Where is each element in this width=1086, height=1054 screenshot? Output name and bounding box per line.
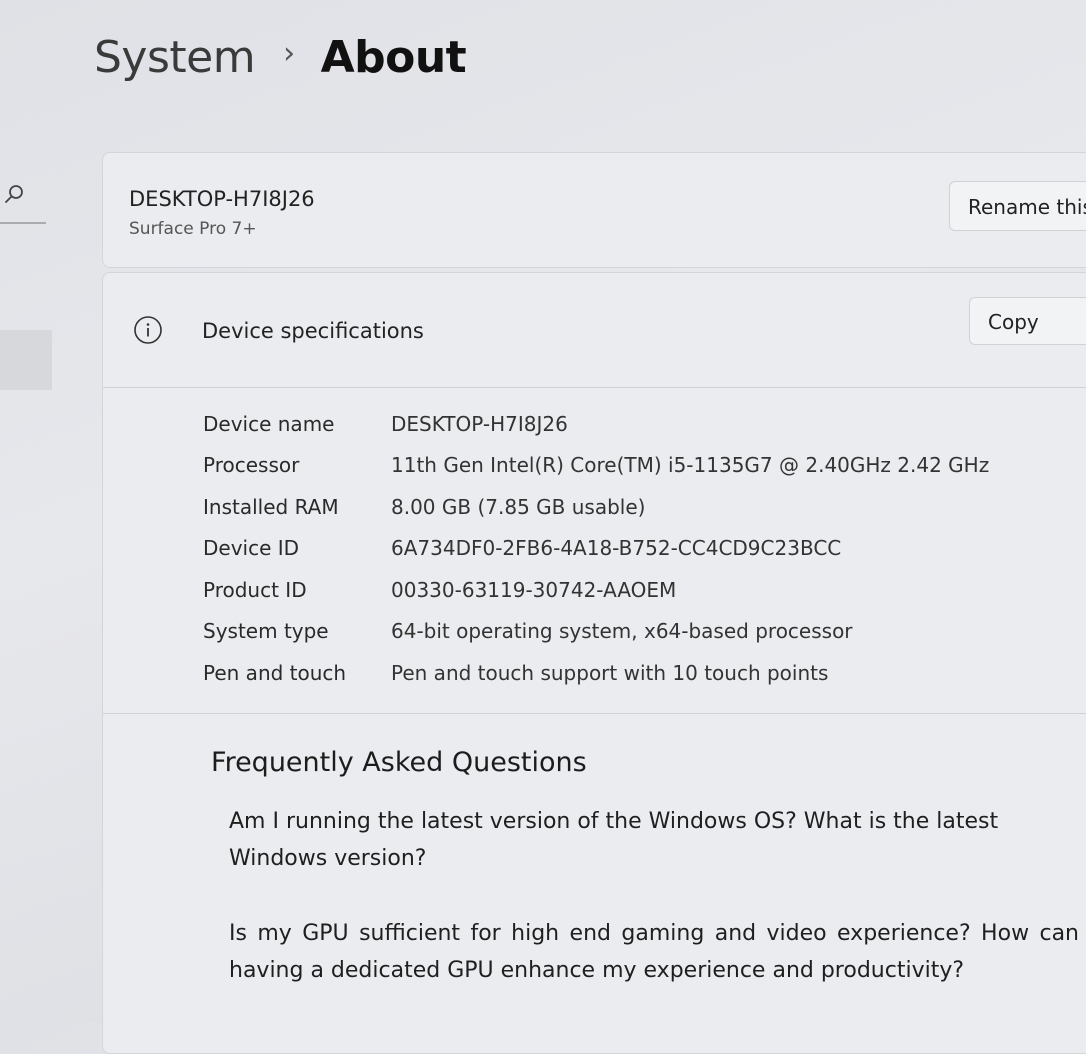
spec-row-installed-ram: Installed RAM 8.00 GB (7.85 GB usable) bbox=[203, 486, 1083, 528]
spec-row-processor: Processor 11th Gen Intel(R) Core(TM) i5-… bbox=[203, 445, 1083, 487]
spec-value: DESKTOP-H7I8J26 bbox=[391, 411, 568, 436]
spec-value: 00330-63119-30742-AAOEM bbox=[391, 577, 677, 602]
specs-list: Device name DESKTOP-H7I8J26 Processor 11… bbox=[203, 403, 1083, 694]
sidebar-selected-item[interactable] bbox=[0, 330, 52, 390]
page-title: About bbox=[320, 32, 467, 83]
search-icon bbox=[5, 185, 23, 203]
spec-row-device-name: Device name DESKTOP-H7I8J26 bbox=[203, 403, 1083, 445]
spec-row-pen-and-touch: Pen and touch Pen and touch support with… bbox=[203, 652, 1083, 694]
device-specifications-card: Device specifications Copy Device name D… bbox=[102, 272, 1086, 1054]
spec-value: Pen and touch support with 10 touch poin… bbox=[391, 660, 829, 685]
breadcrumb-separator: › bbox=[283, 36, 295, 71]
spec-value: 11th Gen Intel(R) Core(TM) i5-1135G7 @ 2… bbox=[391, 453, 990, 478]
spec-label: Device name bbox=[203, 411, 335, 436]
spec-value: 6A734DF0-2FB6-4A18-B752-CC4CD9C23BCC bbox=[391, 536, 842, 561]
spec-row-product-id: Product ID 00330-63119-30742-AAOEM bbox=[203, 569, 1083, 611]
copy-button[interactable]: Copy bbox=[969, 297, 1086, 345]
spec-value: 8.00 GB (7.85 GB usable) bbox=[391, 494, 646, 519]
specs-title: Device specifications bbox=[202, 319, 424, 343]
faq-item-gpu[interactable]: Is my GPU sufficient for high end gaming… bbox=[229, 915, 1079, 989]
spec-label: Processor bbox=[203, 453, 300, 478]
spec-row-device-id: Device ID 6A734DF0-2FB6-4A18-B752-CC4CD9… bbox=[203, 528, 1083, 570]
spec-value: 64-bit operating system, x64-based proce… bbox=[391, 619, 853, 644]
faq-item-latest-windows[interactable]: Am I running the latest version of the W… bbox=[229, 803, 1079, 877]
info-icon bbox=[134, 316, 162, 344]
device-name: DESKTOP-H7I8J26 bbox=[129, 187, 315, 211]
rename-pc-button[interactable]: Rename this PC bbox=[949, 181, 1086, 231]
spec-label: Device ID bbox=[203, 536, 300, 561]
faq-title: Frequently Asked Questions bbox=[211, 747, 587, 778]
breadcrumb-system[interactable]: System bbox=[94, 32, 256, 83]
breadcrumb: System › About bbox=[94, 32, 467, 83]
spec-label: Pen and touch bbox=[203, 660, 347, 685]
spec-label: Installed RAM bbox=[203, 494, 339, 519]
spec-row-system-type: System type 64-bit operating system, x64… bbox=[203, 611, 1083, 653]
spec-label: System type bbox=[203, 619, 329, 644]
divider bbox=[103, 713, 1086, 714]
sidebar-search-box[interactable] bbox=[0, 176, 46, 224]
spec-label: Product ID bbox=[203, 577, 307, 602]
divider bbox=[103, 387, 1086, 388]
device-model: Surface Pro 7+ bbox=[129, 219, 257, 239]
device-card: DESKTOP-H7I8J26 Surface Pro 7+ Rename th… bbox=[102, 152, 1086, 268]
